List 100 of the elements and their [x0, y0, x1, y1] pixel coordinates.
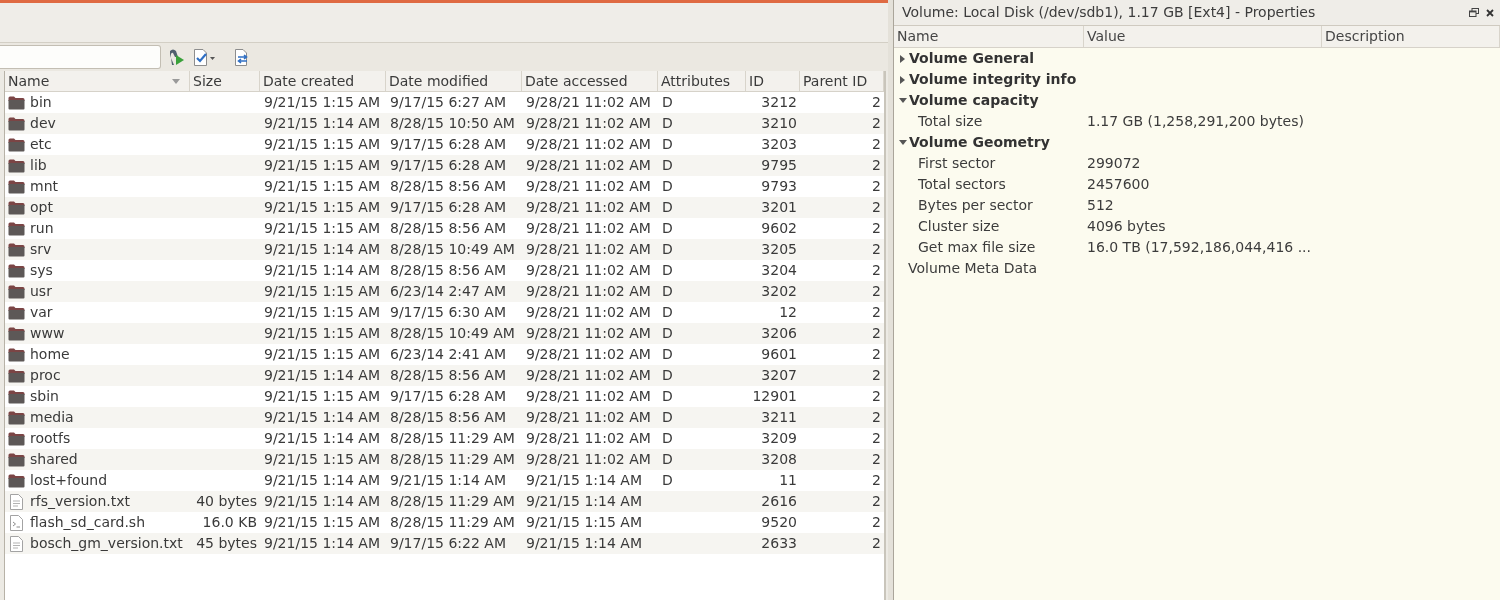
table-cell-text: 6/23/14 2:47 AM [390, 282, 506, 301]
file-name: home [30, 345, 70, 364]
table-row[interactable]: bosch_gm_version.txt 45 bytes 9/21/15 1:14 AM 9/17/15 6:22 AM 9/21/15 1:14 AM 2633 2 [5, 533, 884, 554]
property-value: 1.17 GB (1,258,291,200 bytes) [1087, 113, 1304, 129]
table-row[interactable]: dev 9/21/15 1:14 AM 8/28/15 10:50 AM 9/28/21 11:02 AM D 3210 2 [5, 113, 884, 134]
table-cell-text: D [662, 408, 673, 427]
group-label[interactable]: Volume integrity info [909, 69, 1077, 90]
table-cell-text: 9/21/15 1:15 AM [264, 156, 380, 175]
document-dropdown-icon[interactable] [193, 48, 216, 66]
table-cell-text: 9520 [761, 513, 797, 532]
caret-down-icon[interactable] [899, 98, 907, 103]
caret-right-icon[interactable] [900, 54, 905, 63]
table-cell-text: D [662, 450, 673, 469]
table-row[interactable]: www 9/21/15 1:15 AM 8/28/15 10:49 AM 9/28/21 11:02 AM D 3206 2 [5, 323, 884, 344]
property-value: 16.0 TB (17,592,186,044,416 ... [1087, 239, 1311, 255]
table-cell-text: 2616 [761, 492, 797, 511]
table-row[interactable]: srv 9/21/15 1:14 AM 8/28/15 10:49 AM 9/28/21 11:02 AM D 3205 2 [5, 239, 884, 260]
table-cell-text: D [662, 387, 673, 406]
table-cell-text: 3201 [761, 198, 797, 217]
table-cell-text: 9/21/15 1:14 AM [264, 261, 380, 280]
table-cell-text: D [662, 156, 673, 175]
table-cell-text: 9/17/15 6:28 AM [390, 198, 506, 217]
folder-icon [8, 389, 25, 404]
script-file-icon [10, 514, 23, 531]
caret-right-icon[interactable] [900, 75, 905, 84]
table-row[interactable]: rfs_version.txt 40 bytes 9/21/15 1:14 AM 8/28/15 11:29 AM 9/21/15 1:14 AM 2616 2 [5, 491, 884, 512]
group-label[interactable]: Volume capacity [909, 90, 1039, 111]
folder-icon [8, 116, 25, 131]
table-cell-text: D [662, 261, 673, 280]
folder-icon [8, 179, 25, 194]
folder-icon [8, 368, 25, 383]
file-name: flash_sd_card.sh [30, 513, 146, 532]
file-name: etc [30, 135, 52, 154]
table-cell-text: 9/28/21 11:02 AM [526, 177, 651, 196]
file-name: lib [30, 156, 47, 175]
column-header[interactable]: Attributes [658, 71, 746, 91]
table-cell-text: D [662, 135, 673, 154]
table-cell-text: 9/28/21 11:02 AM [526, 282, 651, 301]
table-cell-text: 9/21/15 1:15 AM [526, 513, 642, 532]
table-cell-text: 9/28/21 11:02 AM [526, 198, 651, 217]
table-cell-text: 9/28/21 11:02 AM [526, 429, 651, 448]
table-cell-text: 9/28/21 11:02 AM [526, 387, 651, 406]
table-cell-text: 9/28/21 11:02 AM [526, 261, 651, 280]
table-cell-text: 11 [779, 471, 797, 490]
column-header[interactable]: Size [190, 71, 260, 91]
table-cell-text: 9/21/15 1:15 AM [264, 282, 380, 301]
table-cell-text: D [662, 429, 673, 448]
table-cell-text: 9/21/15 1:15 AM [264, 135, 380, 154]
table-cell-text: D [662, 114, 673, 133]
table-row[interactable]: lib 9/21/15 1:15 AM 9/17/15 6:28 AM 9/28/21 11:02 AM D 9795 2 [5, 155, 884, 176]
folder-icon [8, 263, 25, 278]
property-name: Total sectors [918, 176, 1006, 192]
table-row[interactable]: shared 9/21/15 1:15 AM 8/28/15 11:29 AM 9/28/21 11:02 AM D 3208 2 [5, 449, 884, 470]
folder-icon [8, 284, 25, 299]
table-cell-text: 9/28/21 11:02 AM [526, 450, 651, 469]
table-cell-text: 3212 [761, 93, 797, 112]
document-sync-icon[interactable] [234, 48, 249, 66]
file-name: bin [30, 93, 52, 112]
table-cell-text: 3202 [761, 282, 797, 301]
property-value: 299072 [1087, 155, 1141, 171]
table-cell-text: 2 [872, 135, 881, 154]
table-cell-text: 3210 [761, 114, 797, 133]
folder-icon [8, 221, 25, 236]
close-icon[interactable] [1486, 8, 1494, 17]
table-cell-text: 3205 [761, 240, 797, 259]
table-cell-text: 9/21/15 1:14 AM [264, 471, 380, 490]
table-cell-text: 9601 [761, 345, 797, 364]
property-name: Total size [918, 113, 983, 129]
file-name: rfs_version.txt [30, 492, 130, 511]
panel-title: Volume: Local Disk (/dev/sdb1), 1.17 GB [Ext4] - Properties [902, 3, 1316, 22]
table-cell-text: 9/17/15 6:28 AM [390, 156, 506, 175]
table-cell-text: 3204 [761, 261, 797, 280]
caret-down-icon[interactable] [899, 140, 907, 145]
table-cell-text: 9/28/21 11:02 AM [526, 156, 651, 175]
table-cell-text: 2 [872, 387, 881, 406]
group-label[interactable]: Volume General [909, 48, 1034, 69]
table-row[interactable]: opt 9/21/15 1:15 AM 9/17/15 6:28 AM 9/28/21 11:02 AM D 3201 2 [5, 197, 884, 218]
table-cell-text: D [662, 177, 673, 196]
table-row[interactable]: proc 9/21/15 1:14 AM 8/28/15 8:56 AM 9/28/21 11:02 AM D 3207 2 [5, 365, 884, 386]
table-cell-text: 12901 [752, 387, 797, 406]
property-name: First sector [918, 155, 996, 171]
table-cell-text: 2633 [761, 534, 797, 553]
table-cell-text: 8/28/15 11:29 AM [390, 513, 515, 532]
table-cell-text: 9/28/21 11:02 AM [526, 219, 651, 238]
table-cell-text: 2 [872, 492, 881, 511]
table-cell-text: 8/28/15 8:56 AM [390, 177, 506, 196]
play-icon[interactable] [168, 48, 185, 66]
table-row[interactable]: usr 9/21/15 1:15 AM 6/23/14 2:47 AM 9/28/21 11:02 AM D 3202 2 [5, 281, 884, 302]
group-label[interactable]: Volume Geometry [909, 132, 1050, 153]
restore-icon[interactable] [1469, 8, 1479, 17]
file-name: bosch_gm_version.txt [30, 534, 183, 553]
search-field[interactable] [0, 45, 161, 69]
file-name: media [30, 408, 74, 427]
table-row[interactable]: media 9/21/15 1:14 AM 8/28/15 8:56 AM 9/28/21 11:02 AM D 3211 2 [5, 407, 884, 428]
table-cell-text: 9/21/15 1:14 AM [264, 408, 380, 427]
table-cell-text: 8/28/15 11:29 AM [390, 450, 515, 469]
table-cell-text: 8/28/15 8:56 AM [390, 408, 506, 427]
table-cell-text: 6/23/14 2:41 AM [390, 345, 506, 364]
file-name: rootfs [30, 429, 71, 448]
column-header[interactable]: Value [1084, 26, 1322, 47]
